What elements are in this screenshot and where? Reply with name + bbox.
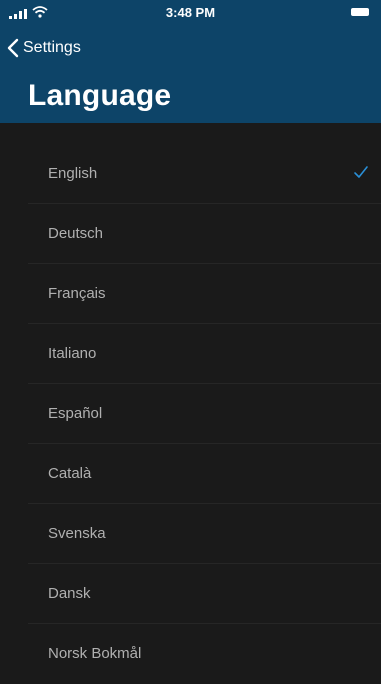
language-row-dansk[interactable]: Dansk — [0, 564, 381, 624]
language-row-english[interactable]: English — [0, 144, 381, 204]
back-button-label: Settings — [23, 39, 81, 56]
status-time: 3:48 PM — [165, 5, 216, 20]
language-row-catala[interactable]: Català — [0, 444, 381, 504]
chevron-left-icon — [7, 38, 19, 58]
back-button[interactable]: Settings — [6, 35, 81, 61]
language-label: Dansk — [48, 585, 91, 602]
language-label: Español — [48, 405, 103, 422]
language-row-norsk-bokmal[interactable]: Norsk Bokmål — [0, 624, 381, 684]
language-label: Italiano — [48, 345, 97, 362]
page-title: Language — [28, 79, 172, 112]
language-row-francais[interactable]: Français — [0, 264, 381, 324]
language-label: Français — [48, 285, 106, 302]
battery-icon — [351, 8, 369, 16]
checkmark-icon — [354, 166, 368, 178]
navigation-header: 3:48 PM Settings Language — [0, 0, 381, 123]
language-list: English Deutsch Français Italiano Españo… — [0, 144, 381, 684]
language-row-deutsch[interactable]: Deutsch — [0, 204, 381, 264]
language-label: Norsk Bokmål — [48, 645, 142, 662]
language-label: Deutsch — [48, 225, 104, 242]
language-label: English — [48, 165, 98, 182]
language-row-espanol[interactable]: Español — [0, 384, 381, 444]
status-bar: 3:48 PM — [0, 0, 381, 24]
language-label: Català — [48, 465, 92, 482]
language-row-svenska[interactable]: Svenska — [0, 504, 381, 564]
language-label: Svenska — [48, 525, 106, 542]
language-row-italiano[interactable]: Italiano — [0, 324, 381, 384]
